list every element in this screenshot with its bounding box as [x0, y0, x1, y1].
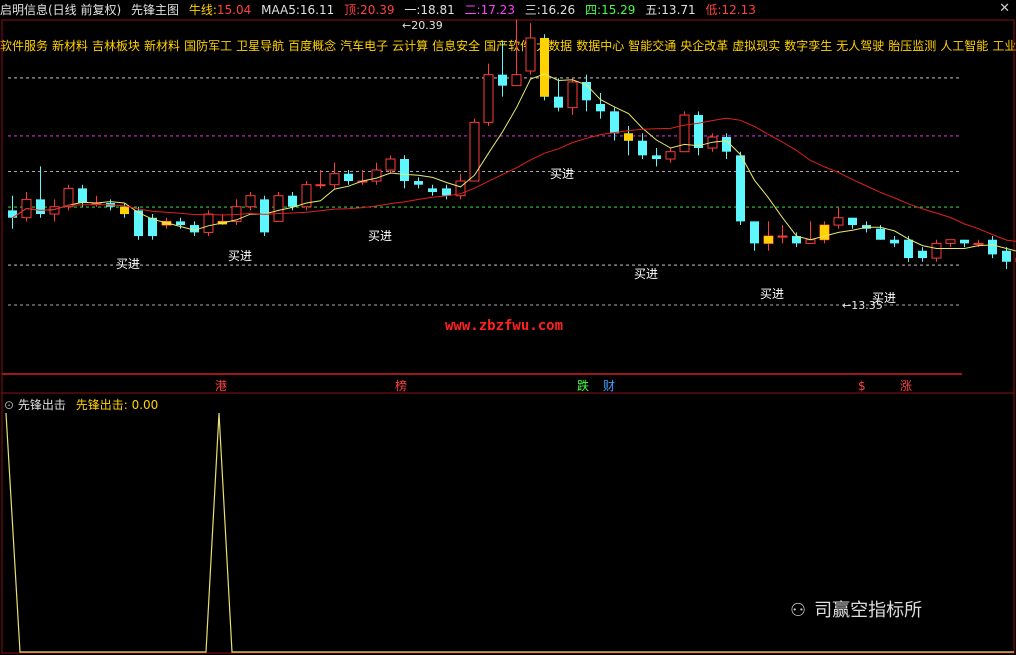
candle-body [833, 217, 844, 226]
candle-body [848, 217, 857, 226]
candle-body [78, 188, 87, 204]
candle-body [665, 151, 676, 160]
candle-body [469, 121, 480, 182]
candle-body [483, 74, 494, 123]
brand-text: 司赢空指标所 [814, 600, 923, 621]
candle-body [652, 155, 661, 160]
wechat-icon: ⚇ [790, 600, 807, 621]
buy-signal-label: 买进 [228, 249, 252, 263]
candle-body [638, 140, 647, 156]
low-price-label: ←13.35 [842, 299, 883, 312]
candle-body [315, 184, 326, 187]
candle-body [610, 111, 619, 134]
candle-body [596, 104, 605, 112]
candle-body [904, 239, 913, 259]
subchart-name[interactable]: 先锋出击 [18, 398, 66, 412]
buy-signal-label: 买进 [368, 229, 392, 243]
brand-label: ⚇ 司赢空指标所 [790, 596, 922, 622]
candle-body [679, 114, 690, 153]
buy-signal-label: 买进 [634, 267, 658, 281]
signal-candle [820, 225, 829, 240]
candle-body [385, 158, 396, 171]
candle-body [442, 188, 451, 196]
candle-body [525, 37, 536, 72]
chevron-down-icon[interactable]: ⊙ [4, 398, 14, 412]
candle-body [511, 74, 522, 87]
candle-body [554, 96, 563, 108]
subchart-value: 先锋出击: 0.00 [75, 398, 159, 412]
main-panel-frame [1, 19, 1015, 394]
candle-body [288, 195, 297, 207]
buy-signal-label: 买进 [550, 167, 574, 181]
signal-candle [120, 206, 129, 215]
candle-body [1002, 250, 1011, 262]
event-marker: 港 [215, 379, 227, 393]
buy-signal-label: 买进 [760, 287, 784, 301]
candle-body [400, 159, 409, 182]
buy-signal-label: 买进 [116, 257, 140, 271]
event-marker: 跌 [577, 378, 589, 393]
candle-body [245, 195, 256, 208]
candle-body [876, 228, 885, 240]
candle-body [931, 242, 942, 259]
candle-body [428, 188, 437, 193]
candle-body [63, 187, 74, 208]
ma-fast-line [12, 73, 1016, 252]
candle-body [414, 181, 423, 185]
candle-body [777, 235, 788, 238]
candle-body [344, 173, 353, 182]
candle-body [8, 210, 17, 218]
signal-candle [624, 133, 633, 141]
site-watermark: www.zbzfwu.com [445, 318, 564, 334]
candle-body [960, 239, 969, 244]
subchart-title: ⊙ 先锋出击 先锋出击: 0.00 [4, 396, 158, 413]
candle-body [36, 199, 45, 215]
candle-body [203, 213, 214, 233]
candle-body [890, 239, 899, 244]
event-marker: 榜 [395, 378, 407, 393]
candle-body [260, 199, 269, 233]
candle-body [498, 74, 507, 86]
candle-body [736, 155, 745, 222]
candle-body [329, 173, 340, 186]
candle-body [988, 239, 997, 255]
event-marker: $ [858, 379, 866, 393]
signal-candle [764, 236, 773, 244]
candle-body [750, 221, 759, 244]
candle-body [945, 239, 956, 244]
candle-body [918, 250, 927, 259]
candle-body [176, 221, 185, 226]
event-marker: 涨 [900, 378, 912, 393]
signal-candle [540, 37, 549, 97]
candle-body [49, 206, 60, 215]
event-marker: 财 [603, 379, 615, 393]
high-price-label: ←20.39 [402, 19, 443, 32]
candle-body [273, 195, 284, 222]
candle-body [371, 169, 382, 182]
candle-body [973, 242, 984, 245]
candle-body [567, 81, 578, 109]
candle-body [694, 115, 703, 149]
candle-body [805, 239, 816, 244]
